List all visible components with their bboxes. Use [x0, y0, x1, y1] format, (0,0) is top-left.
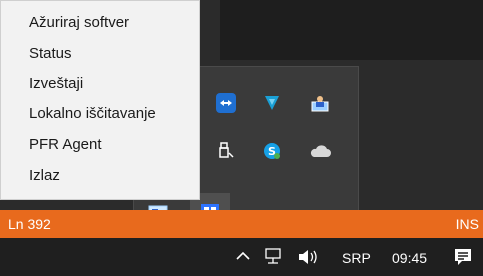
skype-icon[interactable]: S: [252, 131, 292, 171]
language-indicator[interactable]: SRP: [342, 250, 371, 266]
menu-item-reports[interactable]: Izveštaji: [1, 71, 199, 97]
menu-item-local-reading[interactable]: Lokalno iščitavanje: [1, 101, 199, 127]
onedrive-cloud-icon[interactable]: [300, 131, 340, 171]
taskbar: SRP 09:45: [0, 238, 483, 276]
tray-context-menu: Ažuriraj softver Status Izveštaji Lokaln…: [0, 0, 200, 200]
user-monitor-icon[interactable]: [300, 83, 340, 123]
desktop-background-dark: [220, 0, 483, 60]
chevron-up-icon[interactable]: [234, 247, 252, 270]
menu-item-exit[interactable]: Izlaz: [1, 163, 199, 189]
shield-v-icon[interactable]: [252, 83, 292, 123]
insert-mode-indicator[interactable]: INS: [456, 216, 479, 232]
menu-item-pfr-agent[interactable]: PFR Agent: [1, 132, 199, 158]
menu-item-status[interactable]: Status: [1, 41, 199, 67]
network-icon[interactable]: [264, 247, 286, 272]
volume-icon[interactable]: [296, 247, 320, 272]
clock-time[interactable]: 09:45: [392, 250, 427, 266]
teamviewer-icon[interactable]: [206, 83, 246, 123]
usb-safe-remove-icon[interactable]: [206, 131, 246, 171]
notifications-icon[interactable]: [452, 246, 474, 273]
menu-item-update-software[interactable]: Ažuriraj softver: [1, 10, 199, 36]
editor-status-bar: Ln 392 INS: [0, 210, 483, 238]
line-number-indicator[interactable]: Ln 392: [8, 216, 51, 232]
